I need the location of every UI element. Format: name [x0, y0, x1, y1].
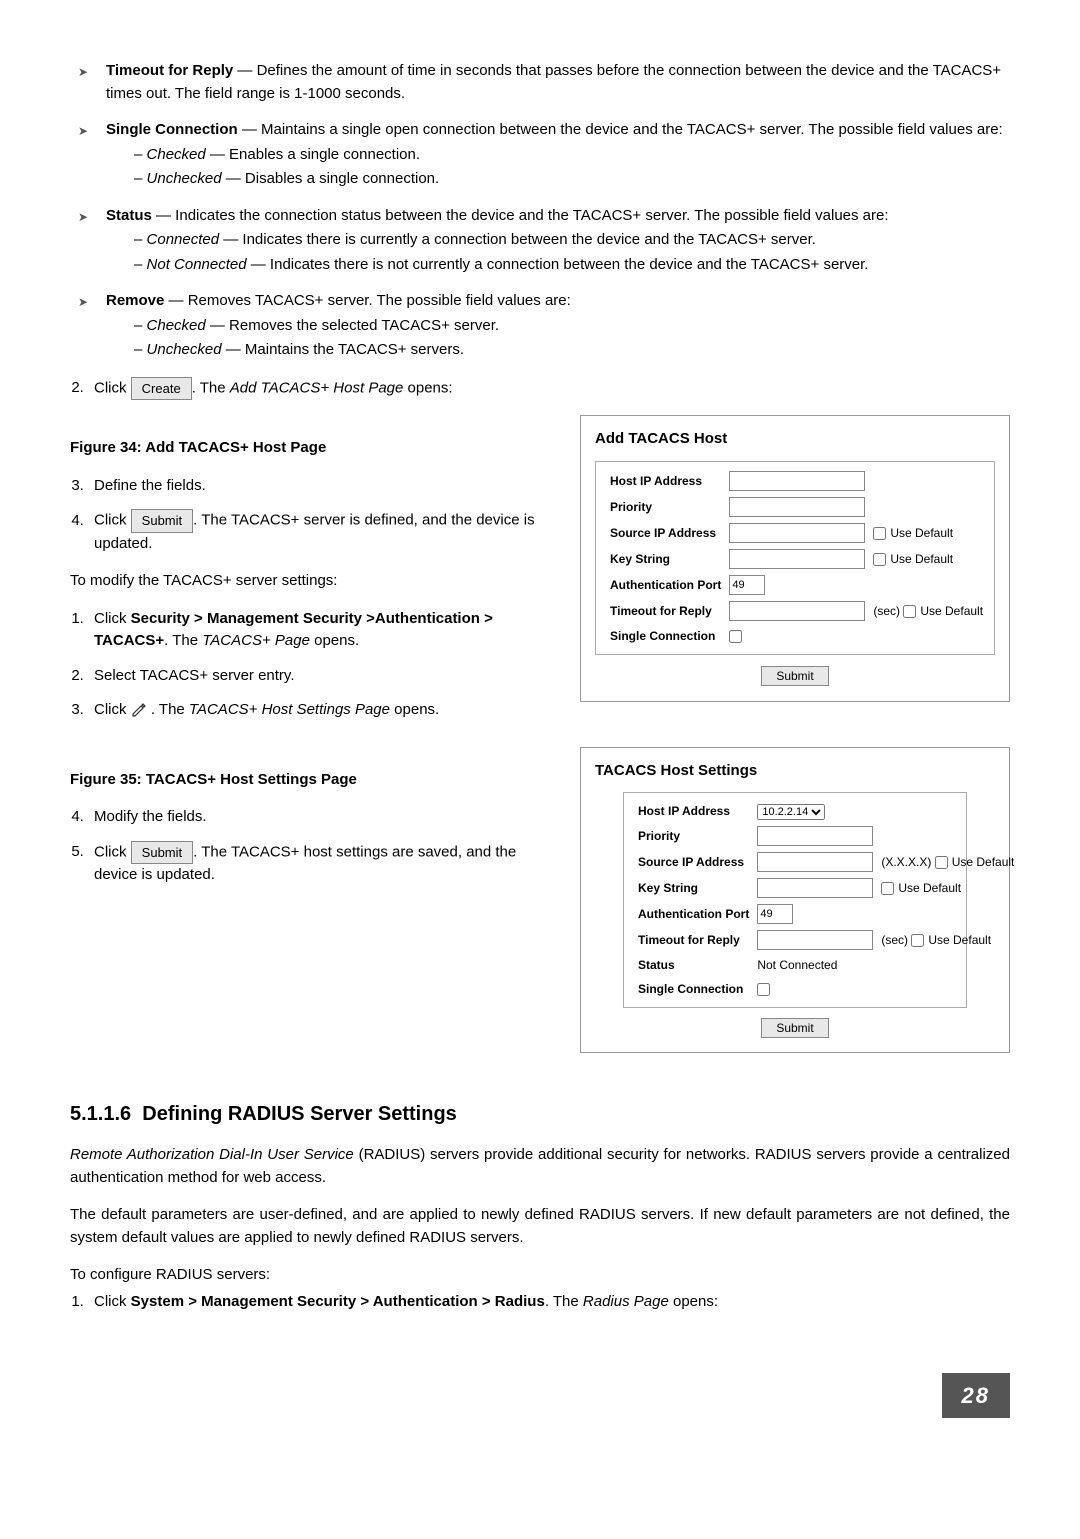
bullet-text: — Removes TACACS+ server. The possible f…: [164, 292, 570, 309]
section-heading: 5.1.1.6 Defining RADIUS Server Settings: [70, 1099, 1010, 1129]
auth-port-input[interactable]: [729, 575, 765, 595]
single-conn-checkbox[interactable]: [757, 983, 770, 996]
section-title: Defining RADIUS Server Settings: [142, 1103, 457, 1125]
bullet-status: Status — Indicates the connection status…: [88, 205, 1010, 277]
figure-34-title: Figure 34: Add TACACS+ Host Page: [70, 437, 550, 460]
step-4: Click Submit. The TACACS+ server is defi…: [88, 509, 550, 555]
steps-create: Click Create. The Add TACACS+ Host Page …: [70, 377, 1010, 401]
bullet-label: Single Connection: [106, 121, 238, 138]
step-2: Click Create. The Add TACACS+ Host Page …: [88, 377, 1010, 401]
host-ip-select[interactable]: 10.2.2.14: [757, 804, 825, 820]
single-conn-label: Single Connection: [634, 977, 753, 1001]
timeout-label: Timeout for Reply: [606, 598, 725, 624]
source-ip-input[interactable]: [729, 523, 865, 543]
key-string-input[interactable]: [757, 878, 873, 898]
bullet-text: — Indicates the connection status betwee…: [152, 207, 889, 224]
modify-intro: To modify the TACACS+ server settings:: [70, 570, 550, 593]
source-ip-label: Source IP Address: [634, 849, 753, 875]
bullet-single-connection: Single Connection — Maintains a single o…: [88, 119, 1010, 191]
timeout-input[interactable]: [729, 601, 865, 621]
key-string-label: Key String: [634, 875, 753, 901]
steps-define: Define the fields. Click Submit. The TAC…: [70, 475, 550, 556]
radius-intro-1: Remote Authorization Dial-In User Servic…: [70, 1144, 1010, 1189]
priority-input[interactable]: [729, 497, 865, 517]
panel-title: TACACS Host Settings: [595, 760, 995, 783]
host-ip-label: Host IP Address: [634, 799, 753, 823]
panel-submit-button[interactable]: Submit: [761, 1018, 828, 1038]
create-button[interactable]: Create: [131, 377, 192, 401]
priority-label: Priority: [634, 823, 753, 849]
auth-port-input[interactable]: [757, 904, 793, 924]
bullet-label: Remove: [106, 292, 164, 309]
sub-checked: – Checked — Removes the selected TACACS+…: [134, 315, 1010, 338]
source-ip-input[interactable]: [757, 852, 873, 872]
section-number: 5.1.1.6: [70, 1103, 131, 1125]
bullet-label: Status: [106, 207, 152, 224]
priority-label: Priority: [606, 494, 725, 520]
bullet-timeout: Timeout for Reply — Defines the amount o…: [88, 60, 1010, 105]
submit-button[interactable]: Submit: [131, 509, 193, 533]
timeout-default-checkbox[interactable]: [903, 605, 916, 618]
auth-port-label: Authentication Port: [634, 901, 753, 927]
key-string-label: Key String: [606, 546, 725, 572]
status-label: Status: [634, 953, 753, 977]
timeout-input[interactable]: [757, 930, 873, 950]
single-conn-checkbox[interactable]: [729, 630, 742, 643]
sub-checked: – Checked — Enables a single connection.: [134, 144, 1010, 167]
single-conn-label: Single Connection: [606, 624, 725, 648]
page-footer: 28: [70, 1373, 1010, 1418]
auth-port-label: Authentication Port: [606, 572, 725, 598]
step-5: Click Submit. The TACACS+ host settings …: [88, 841, 550, 887]
sub-not-connected: – Not Connected — Indicates there is not…: [134, 254, 1010, 277]
sub-unchecked: – Unchecked — Maintains the TACACS+ serv…: [134, 339, 1010, 362]
sub-unchecked: – Unchecked — Disables a single connecti…: [134, 168, 1010, 191]
bullet-label: Timeout for Reply: [106, 62, 233, 79]
panel-submit-button[interactable]: Submit: [761, 666, 828, 686]
sub-connected: – Connected — Indicates there is current…: [134, 229, 1010, 252]
key-default-checkbox[interactable]: [881, 882, 894, 895]
bullet-text: — Maintains a single open connection bet…: [238, 121, 1003, 138]
add-tacacs-host-panel: Add TACACS Host Host IP Address Priority…: [580, 415, 1010, 702]
host-ip-input[interactable]: [729, 471, 865, 491]
source-ip-default-checkbox[interactable]: [873, 527, 886, 540]
radius-config-intro: To configure RADIUS servers:: [70, 1264, 1010, 1287]
panel-title: Add TACACS Host: [595, 428, 995, 451]
modify-step-1: Click Security > Management Security >Au…: [88, 608, 550, 653]
submit-button[interactable]: Submit: [131, 841, 193, 865]
timeout-default-checkbox[interactable]: [911, 934, 924, 947]
bullet-text: — Defines the amount of time in seconds …: [106, 62, 1001, 102]
timeout-label: Timeout for Reply: [634, 927, 753, 953]
steps-modify: Click Security > Management Security >Au…: [70, 608, 550, 722]
figure-35-title: Figure 35: TACACS+ Host Settings Page: [70, 769, 550, 792]
priority-input[interactable]: [757, 826, 873, 846]
source-ip-default-checkbox[interactable]: [935, 856, 948, 869]
step-4-modify: Modify the fields.: [88, 806, 550, 829]
radius-steps: Click System > Management Security > Aut…: [70, 1291, 1010, 1314]
page-number: 28: [942, 1373, 1010, 1418]
radius-intro-2: The default parameters are user-defined,…: [70, 1204, 1010, 1249]
bullet-remove: Remove — Removes TACACS+ server. The pos…: [88, 290, 1010, 362]
key-string-input[interactable]: [729, 549, 865, 569]
steps-modify-fields: Modify the fields. Click Submit. The TAC…: [70, 806, 550, 887]
source-ip-label: Source IP Address: [606, 520, 725, 546]
pencil-icon[interactable]: [131, 702, 147, 718]
tacacs-host-settings-panel: TACACS Host Settings Host IP Address10.2…: [580, 747, 1010, 1054]
status-value: Not Connected: [753, 953, 877, 977]
host-ip-label: Host IP Address: [606, 468, 725, 494]
modify-step-3: Click . The TACACS+ Host Settings Page o…: [88, 699, 550, 722]
field-list: Timeout for Reply — Defines the amount o…: [70, 60, 1010, 362]
key-default-checkbox[interactable]: [873, 553, 886, 566]
modify-step-2: Select TACACS+ server entry.: [88, 665, 550, 688]
radius-step-1: Click System > Management Security > Aut…: [88, 1291, 1010, 1314]
step-3: Define the fields.: [88, 475, 550, 498]
